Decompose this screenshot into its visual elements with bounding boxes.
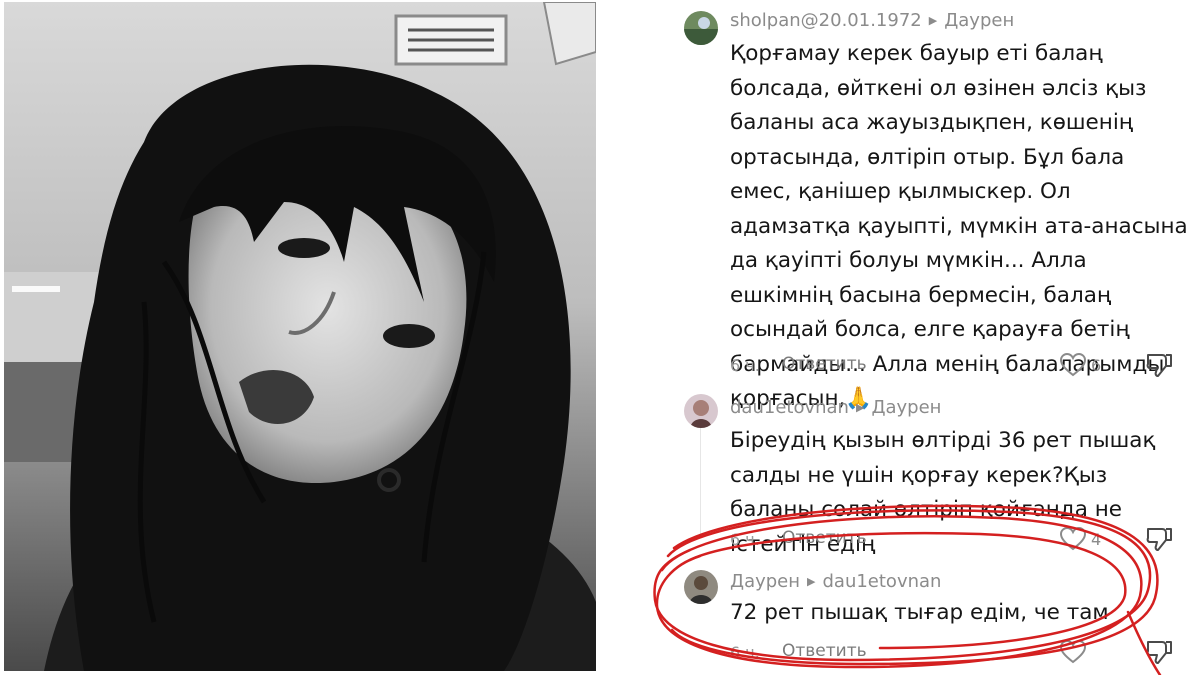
heart-icon[interactable] [1060, 527, 1086, 551]
comment-header: dau1etovnan ▶ Даурен [730, 397, 941, 418]
like-count: 6 [1091, 356, 1102, 375]
comment-time: 6 ч. [730, 356, 760, 375]
comment-author[interactable]: Даурен [730, 571, 800, 592]
comment-author[interactable]: dau1etovnan [730, 397, 849, 418]
reply-to[interactable]: dau1etovnan [822, 571, 941, 592]
avatar-icon [684, 11, 718, 45]
comment-time: 6 ч. [730, 530, 760, 549]
comment-author[interactable]: sholpan@20.01.1972 [730, 10, 922, 31]
avatar-icon [684, 394, 718, 428]
dislike-icon[interactable] [1146, 639, 1172, 665]
heart-icon[interactable] [1060, 353, 1086, 377]
comments-panel: sholpan@20.01.1972 ▶ Даурен Қорғамау керек… [600, 0, 1200, 675]
reply-to[interactable]: Даурен [944, 10, 1014, 31]
comment-header: sholpan@20.01.1972 ▶ Даурен [730, 10, 1014, 31]
comment-text: 72 рет пышақ тығар едім, че там [730, 600, 1109, 625]
comment-header: Даурен ▶ dau1etovnan [730, 571, 941, 592]
reply-button[interactable]: Ответить [782, 641, 867, 661]
portrait-photo-icon [4, 2, 596, 671]
avatar-icon [684, 570, 718, 604]
reply-button[interactable]: Ответить [782, 528, 867, 548]
reply-arrow-icon: ▶ [928, 14, 938, 27]
reply-button[interactable]: Ответить [782, 354, 867, 374]
reply-to[interactable]: Даурен [871, 397, 941, 418]
dislike-icon[interactable] [1146, 526, 1172, 552]
comment-time: 6 ч. [730, 643, 760, 662]
portrait-photo [4, 2, 596, 671]
reply-arrow-icon: ▶ [855, 401, 865, 414]
avatar[interactable] [684, 394, 718, 428]
dislike-icon[interactable] [1146, 352, 1172, 378]
heart-icon[interactable] [1060, 640, 1086, 664]
avatar[interactable] [684, 11, 718, 45]
like-count: 4 [1091, 530, 1102, 549]
avatar[interactable] [684, 570, 718, 604]
reply-arrow-icon: ▶ [807, 575, 816, 588]
